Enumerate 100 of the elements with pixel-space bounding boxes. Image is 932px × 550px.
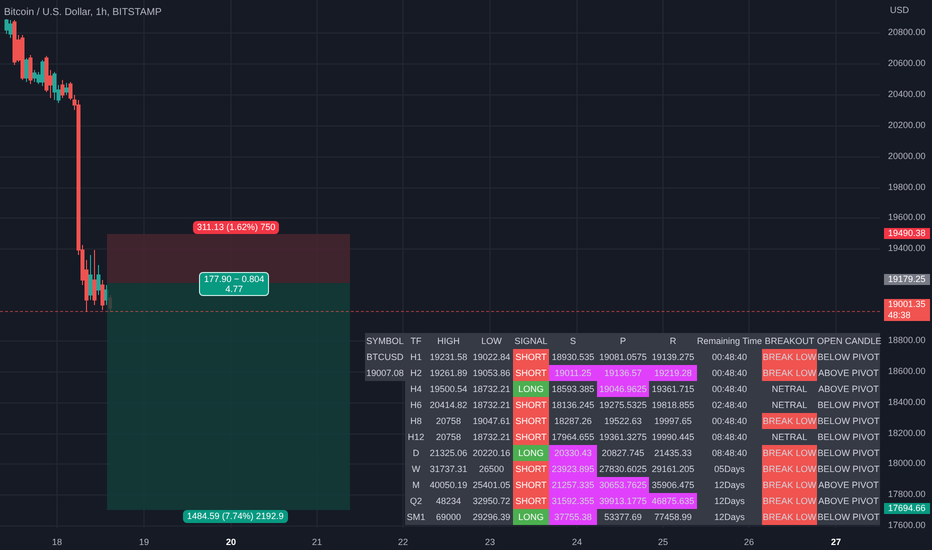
- table-cell: ABOVE PIVOT: [817, 381, 880, 397]
- table-cell: H12: [405, 429, 427, 445]
- table-cell: 18732.21: [470, 397, 513, 413]
- signal-cell: SHORT: [513, 477, 549, 493]
- signal-cell: LONG: [513, 509, 549, 525]
- table-cell: 27830.6025: [597, 461, 649, 477]
- price-label: 18400.00: [888, 397, 926, 408]
- signal-cell: SHORT: [513, 429, 549, 445]
- currency-label: USD: [890, 4, 910, 17]
- breakout-cell: NETRAL: [762, 429, 817, 445]
- table-cell: 23923.895: [549, 461, 597, 477]
- price-label: 20000.00: [888, 151, 926, 162]
- breakout-cell: BREAK LOW: [762, 461, 817, 477]
- table-cell: 20330.43: [549, 445, 597, 461]
- table-cell: 18287.26: [549, 413, 597, 429]
- breakout-cell: BREAK LOW: [762, 509, 817, 525]
- table-cell: 19997.65: [649, 413, 697, 429]
- table-cell: 29296.39: [470, 509, 513, 525]
- table-cell: 12Days: [697, 493, 762, 509]
- table-cell: 02:48:40: [697, 397, 762, 413]
- column-header: Remaining Time: [697, 333, 762, 349]
- table-cell: 19007.08: [365, 365, 405, 381]
- table-cell: SM1: [405, 509, 427, 525]
- table-cell: M: [405, 477, 427, 493]
- table-cell: 40050.19: [427, 477, 470, 493]
- table-cell: 48234: [427, 493, 470, 509]
- price-label: 18800.00: [888, 335, 926, 346]
- time-label: 19: [139, 536, 149, 549]
- time-label: 22: [398, 536, 408, 549]
- table-cell: 19231.58: [427, 349, 470, 365]
- signal-cell: SHORT: [513, 493, 549, 509]
- table-cell: 18732.21: [470, 429, 513, 445]
- table-cell: BELOW PIVOT: [817, 461, 880, 477]
- column-header: R: [649, 333, 697, 349]
- table-cell: BELOW PIVOT: [817, 413, 880, 429]
- table-cell: H8: [405, 413, 427, 429]
- table-cell: 29161.205: [649, 461, 697, 477]
- table-cell: 37755.38: [549, 509, 597, 525]
- price-label: 19600.00: [888, 212, 926, 223]
- table-cell: 26500: [470, 461, 513, 477]
- time-label: 20: [226, 536, 236, 549]
- price-marker: 19179.25: [884, 274, 930, 285]
- breakout-cell: BREAK LOW: [762, 493, 817, 509]
- table-cell: 39913.1775: [597, 493, 649, 509]
- price-marker: 19490.38: [884, 228, 930, 239]
- table-cell: D: [405, 445, 427, 461]
- position-label: 177.90 − 0.804 4.77: [199, 272, 270, 296]
- table-cell: 19053.86: [470, 365, 513, 381]
- breakout-cell: BREAK LOW: [762, 365, 817, 381]
- time-label: 21: [312, 536, 322, 549]
- table-cell: ABOVE PIVOT: [817, 493, 880, 509]
- price-label: 17600.00: [888, 520, 926, 531]
- table-cell: 08:48:40: [697, 445, 762, 461]
- breakout-cell: BREAK LOW: [762, 349, 817, 365]
- table-cell: 19275.5325: [597, 397, 649, 413]
- signal-cell: SHORT: [513, 397, 549, 413]
- table-cell: 18732.21: [470, 381, 513, 397]
- signal-cell: SHORT: [513, 413, 549, 429]
- table-cell: 19818.855: [649, 397, 697, 413]
- table-cell: 12Days: [697, 477, 762, 493]
- table-cell: 19261.89: [427, 365, 470, 381]
- table-cell: H4: [405, 381, 427, 397]
- column-header: OPEN CANDLE: [817, 333, 880, 349]
- table-cell: 32950.72: [470, 493, 513, 509]
- breakout-cell: BREAK LOW: [762, 477, 817, 493]
- table-cell: 18136.245: [549, 397, 597, 413]
- table-cell: 31737.31: [427, 461, 470, 477]
- column-header: S: [549, 333, 597, 349]
- table-cell: 21325.06: [427, 445, 470, 461]
- table-cell: 30653.7625: [597, 477, 649, 493]
- table-cell: BELOW PIVOT: [817, 509, 880, 525]
- signal-cell: LONG: [513, 381, 549, 397]
- table-cell: 19011.25: [549, 365, 597, 381]
- price-label: 17800.00: [888, 489, 926, 500]
- price-label: 18200.00: [888, 428, 926, 439]
- price-label: 20200.00: [888, 120, 926, 131]
- chart-title: Bitcoin / U.S. Dollar, 1h, BITSTAMP: [4, 6, 162, 20]
- table-cell: BTCUSD: [365, 349, 405, 365]
- price-label: 18600.00: [888, 366, 926, 377]
- table-cell: 19047.61: [470, 413, 513, 429]
- time-label: 23: [485, 536, 495, 549]
- column-header: P: [597, 333, 649, 349]
- table-cell: 19219.28: [649, 365, 697, 381]
- column-header: SYMBOL: [365, 333, 405, 349]
- table-cell: BELOW PIVOT: [817, 429, 880, 445]
- column-header: BREAKOUT: [762, 333, 817, 349]
- table-cell: ABOVE PIVOT: [817, 477, 880, 493]
- price-marker: 19001.35 48:38: [884, 299, 930, 321]
- table-cell: 35906.475: [649, 477, 697, 493]
- time-label: 26: [744, 536, 754, 549]
- table-cell: 17964.655: [549, 429, 597, 445]
- table-cell: 19500.54: [427, 381, 470, 397]
- table-cell: 05Days: [697, 461, 762, 477]
- stop-label: 1484.59 (7.74%) 2192.9: [183, 510, 288, 523]
- table-cell: 19022.84: [470, 349, 513, 365]
- table-cell: 31592.355: [549, 493, 597, 509]
- table-cell: 21435.33: [649, 445, 697, 461]
- price-label: 19400.00: [888, 243, 926, 254]
- breakout-cell: NETRAL: [762, 397, 817, 413]
- table-cell: 20414.82: [427, 397, 470, 413]
